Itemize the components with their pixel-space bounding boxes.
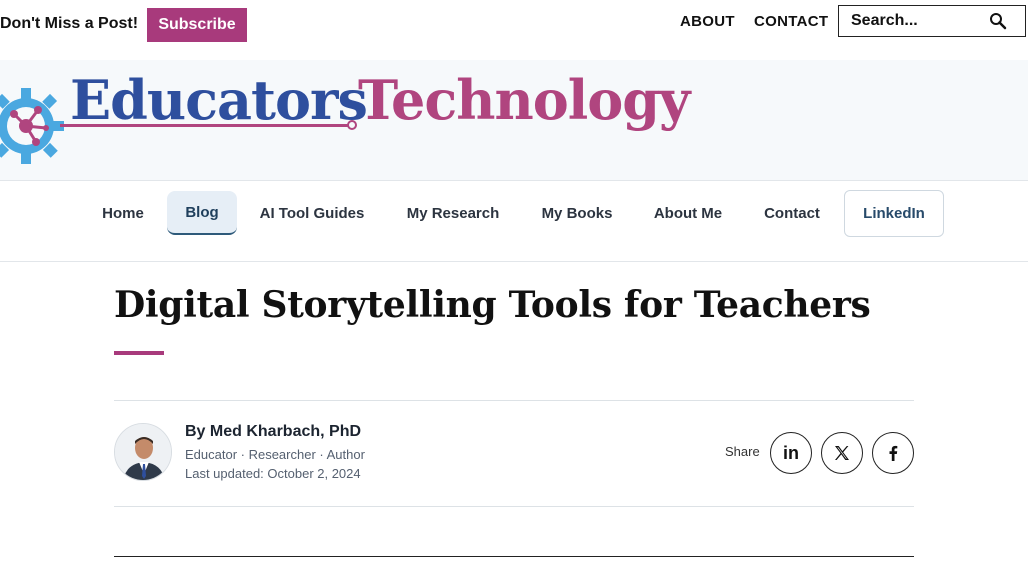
avatar[interactable] (114, 423, 172, 481)
nav-item-my-books[interactable]: My Books (532, 191, 622, 235)
nav-item-linkedin[interactable]: LinkedIn (844, 190, 944, 237)
nav-item-about-me[interactable]: About Me (644, 191, 732, 235)
nav-item-contact[interactable]: Contact (754, 191, 830, 235)
nav-item-home[interactable]: Home (92, 191, 154, 235)
main-nav: Home Blog AI Tool Guides My Research My … (0, 181, 1028, 262)
x-icon (835, 446, 849, 460)
subscribe-button[interactable]: Subscribe (147, 8, 247, 42)
share-facebook-button[interactable] (872, 432, 914, 474)
search-input[interactable] (849, 11, 993, 31)
nav-item-my-research[interactable]: My Research (396, 191, 510, 235)
linkedin-icon: in (783, 442, 799, 463)
logo-word-educators: Educators (70, 68, 368, 132)
search-icon[interactable] (989, 12, 1007, 30)
share-x-button[interactable] (821, 432, 863, 474)
author-box: By Med Kharbach, PhD Educator · Research… (114, 400, 914, 507)
nav-item-ai-tool-guides[interactable]: AI Tool Guides (250, 191, 374, 235)
page-title: Digital Storytelling Tools for Teachers (114, 284, 871, 326)
facebook-icon (889, 445, 898, 461)
top-bar: Don't Miss a Post! Subscribe ABOUT CONTA… (0, 0, 1028, 58)
share-linkedin-button[interactable]: in (770, 432, 812, 474)
top-link-about[interactable]: ABOUT (680, 13, 735, 30)
logo-dot (347, 120, 357, 130)
nav-item-blog[interactable]: Blog (167, 191, 237, 235)
logo-underline (60, 124, 352, 127)
promo-text: Don't Miss a Post! (0, 15, 139, 32)
gear-icon (0, 88, 64, 164)
logo-word-technology: Technology (358, 68, 690, 132)
share-label: Share (725, 444, 760, 459)
section-divider (114, 556, 914, 557)
author-name[interactable]: By Med Kharbach, PhD (185, 423, 361, 441)
site-header: Educators Technology (0, 60, 1028, 181)
author-role: Educator · Researcher · Author (185, 447, 365, 462)
last-updated: Last updated: October 2, 2024 (185, 466, 361, 481)
top-link-contact[interactable]: CONTACT (754, 13, 828, 30)
title-accent-bar (114, 351, 164, 355)
search-box (838, 5, 1026, 37)
